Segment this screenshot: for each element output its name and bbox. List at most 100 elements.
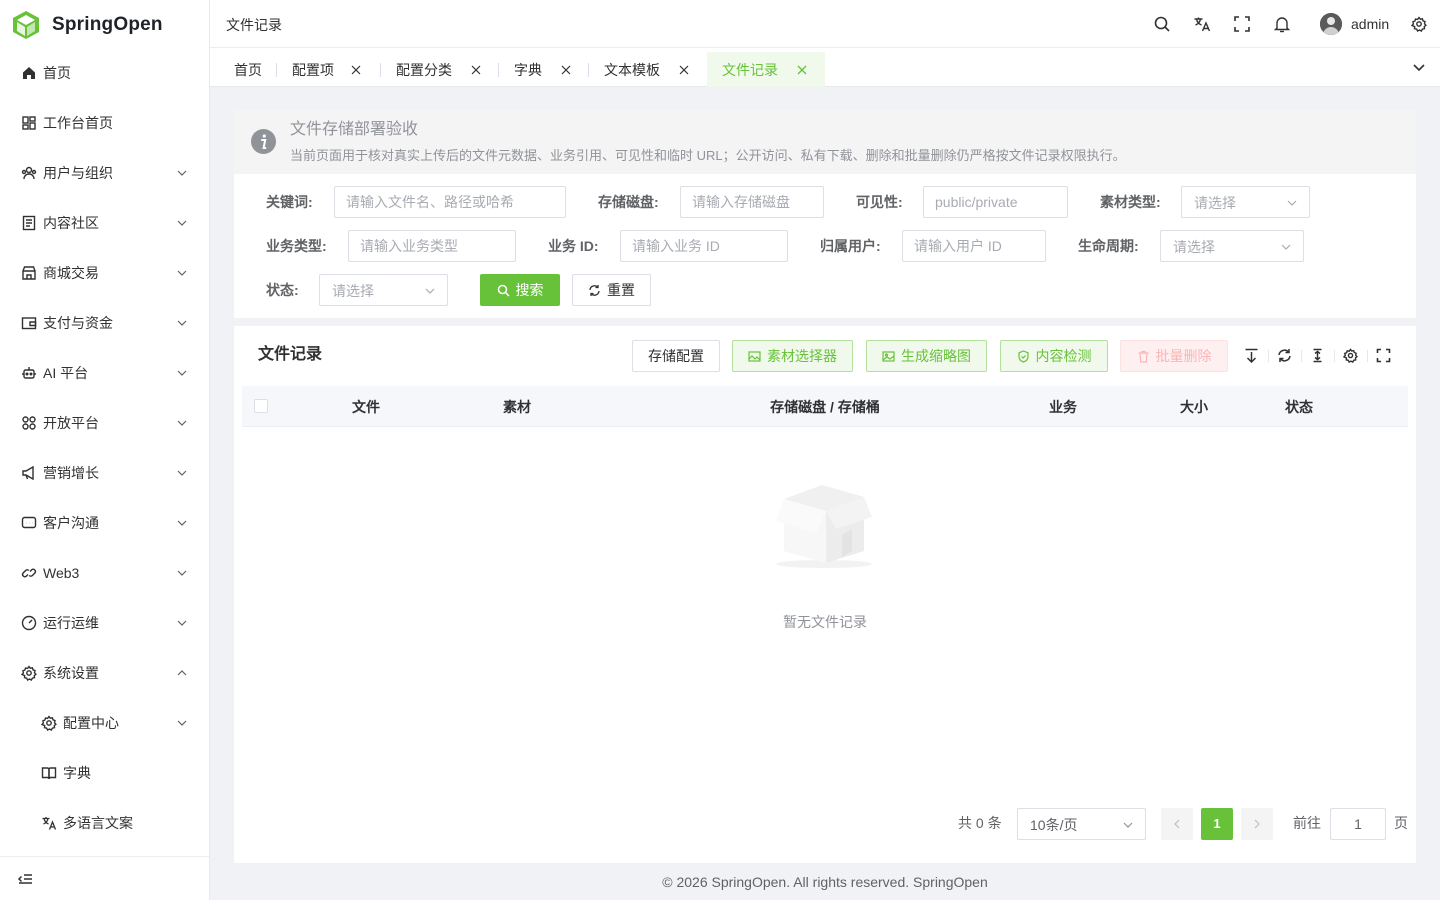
sidebar-item-open-platform[interactable]: 开放平台 <box>0 398 209 448</box>
next-page-button[interactable] <box>1241 808 1273 840</box>
lifecycle-select[interactable]: 请选择 <box>1160 230 1304 262</box>
home-icon <box>23 67 35 79</box>
table-header: 文件 素材 存储磁盘 / 存储桶 业务 大小 状态 <box>242 386 1408 427</box>
goto-page-input[interactable]: 1 <box>1330 808 1386 840</box>
tab-text-template[interactable]: 文本模板 <box>594 52 700 87</box>
batch-delete-button[interactable]: 批量删除 <box>1120 340 1228 372</box>
sidebar-item-config-center[interactable]: 配置中心 <box>0 698 209 748</box>
search-button[interactable]: 搜索 <box>480 274 560 306</box>
chevron-down-icon <box>177 520 187 526</box>
translate-icon[interactable] <box>1193 15 1211 33</box>
column-header-business[interactable]: 业务 <box>1049 397 1077 417</box>
info-alert: 文件存储部署验收 当前页面用于核对真实上传后的文件元数据、业务引用、可见性和临时… <box>234 110 1416 174</box>
column-header-status[interactable]: 状态 <box>1285 397 1313 417</box>
content-check-button[interactable]: 内容检测 <box>1000 340 1108 372</box>
page-size-select[interactable]: 10条/页 <box>1017 808 1146 840</box>
tab-dictionary[interactable]: 字典 <box>504 52 582 87</box>
sidebar-item-label: 商城交易 <box>43 265 99 281</box>
bell-icon[interactable] <box>1273 15 1291 33</box>
sidebar-item-ai[interactable]: AI 平台 <box>0 348 209 398</box>
sidebar-collapse-button[interactable] <box>0 856 209 900</box>
sidebar-item-label: 用户与组织 <box>43 165 113 181</box>
close-icon[interactable] <box>678 64 690 76</box>
column-header-material[interactable]: 素材 <box>503 397 531 417</box>
keyword-input[interactable] <box>334 186 566 218</box>
search-icon[interactable] <box>1153 15 1171 33</box>
sidebar-item-web3[interactable]: Web3 <box>0 548 209 598</box>
sidebar-item-home[interactable]: 首页 <box>0 48 209 98</box>
avatar[interactable] <box>1320 13 1342 35</box>
username[interactable]: admin <box>1351 14 1389 34</box>
page-number-current[interactable]: 1 <box>1201 808 1233 840</box>
sidebar-item-ops[interactable]: 运行运维 <box>0 598 209 648</box>
biz-type-input[interactable] <box>348 230 516 262</box>
thumbnail-button[interactable]: 生成缩略图 <box>866 340 987 372</box>
export-down-icon[interactable] <box>1244 348 1259 363</box>
close-icon[interactable] <box>470 64 482 76</box>
owner-input[interactable] <box>902 230 1046 262</box>
app-logo[interactable]: SpringOpen <box>12 9 163 41</box>
tab-divider <box>498 63 499 77</box>
sidebar-item-label: 配置中心 <box>63 715 119 731</box>
material-picker-button[interactable]: 素材选择器 <box>732 340 853 372</box>
chevron-down-icon <box>1287 200 1297 206</box>
column-header-storage[interactable]: 存储磁盘 / 存储桶 <box>770 397 880 417</box>
select-placeholder: 请选择 <box>1194 195 1236 211</box>
sidebar-item-system[interactable]: 系统设置 <box>0 648 209 698</box>
sidebar-item-users[interactable]: 用户与组织 <box>0 148 209 198</box>
column-header-file[interactable]: 文件 <box>352 397 380 417</box>
pagination-total: 共 0 条 <box>958 815 1002 831</box>
sidebar-item-shop[interactable]: 商城交易 <box>0 248 209 298</box>
sidebar-item-i18n[interactable]: 多语言文案 <box>0 798 209 848</box>
sidebar-item-dashboard[interactable]: 工作台首页 <box>0 98 209 148</box>
chevron-down-icon[interactable] <box>1412 60 1426 74</box>
sidebar-item-content[interactable]: 内容社区 <box>0 198 209 248</box>
chevron-left-icon <box>1174 819 1180 829</box>
tab-bar: 首页 配置项 配置分类 字典 文本模板 文件记录 <box>210 48 1440 87</box>
file-records-card: 文件记录 存储配置 素材选择器 生成缩略图 内容检测 批量删除 文件 素材 存储… <box>234 326 1416 863</box>
fullscreen-icon[interactable] <box>1376 348 1391 363</box>
breadcrumb[interactable]: 文件记录 <box>226 15 282 35</box>
chevron-down-icon <box>177 720 187 726</box>
link-icon <box>21 568 37 578</box>
sidebar-item-label: 工作台首页 <box>43 115 113 131</box>
tab-config-items[interactable]: 配置项 <box>282 52 372 87</box>
column-header-size[interactable]: 大小 <box>1180 397 1208 417</box>
tab-config-category[interactable]: 配置分类 <box>386 52 492 87</box>
sidebar-item-label: 运行运维 <box>43 615 99 631</box>
close-icon[interactable] <box>796 64 808 76</box>
visibility-input[interactable] <box>923 186 1068 218</box>
tab-divider <box>276 63 277 77</box>
sidebar-item-marketing[interactable]: 营销增长 <box>0 448 209 498</box>
chevron-down-icon <box>177 170 187 176</box>
toolbar-divider <box>1301 350 1302 362</box>
apps-icon <box>22 416 36 430</box>
info-icon <box>251 129 276 154</box>
book-icon <box>41 767 57 780</box>
tab-file-records[interactable]: 文件记录 <box>707 52 825 87</box>
refresh-icon[interactable] <box>1277 348 1292 363</box>
refresh-icon <box>589 284 600 296</box>
prev-page-button[interactable] <box>1161 808 1193 840</box>
storage-config-button[interactable]: 存储配置 <box>632 340 720 372</box>
sidebar-item-payment[interactable]: 支付与资金 <box>0 298 209 348</box>
sidebar-item-dictionary[interactable]: 字典 <box>0 748 209 798</box>
gauge-icon <box>21 615 37 631</box>
app-name: SpringOpen <box>52 14 163 35</box>
sidebar-item-customer[interactable]: 客户沟通 <box>0 498 209 548</box>
column-height-icon[interactable] <box>1310 348 1325 363</box>
reset-button[interactable]: 重置 <box>572 274 651 306</box>
disk-input[interactable] <box>680 186 824 218</box>
select-all-checkbox[interactable] <box>254 399 268 413</box>
sidebar-item-label: 系统设置 <box>43 665 99 681</box>
chevron-down-icon <box>1281 244 1291 250</box>
tab-home[interactable]: 首页 <box>224 52 272 87</box>
gear-icon[interactable] <box>1343 348 1358 363</box>
fullscreen-icon[interactable] <box>1233 15 1251 33</box>
close-icon[interactable] <box>350 64 362 76</box>
gear-icon[interactable] <box>1411 16 1427 32</box>
biz-id-input[interactable] <box>620 230 788 262</box>
close-icon[interactable] <box>560 64 572 76</box>
status-select[interactable]: 请选择 <box>319 274 448 306</box>
material-type-select[interactable]: 请选择 <box>1181 186 1310 218</box>
